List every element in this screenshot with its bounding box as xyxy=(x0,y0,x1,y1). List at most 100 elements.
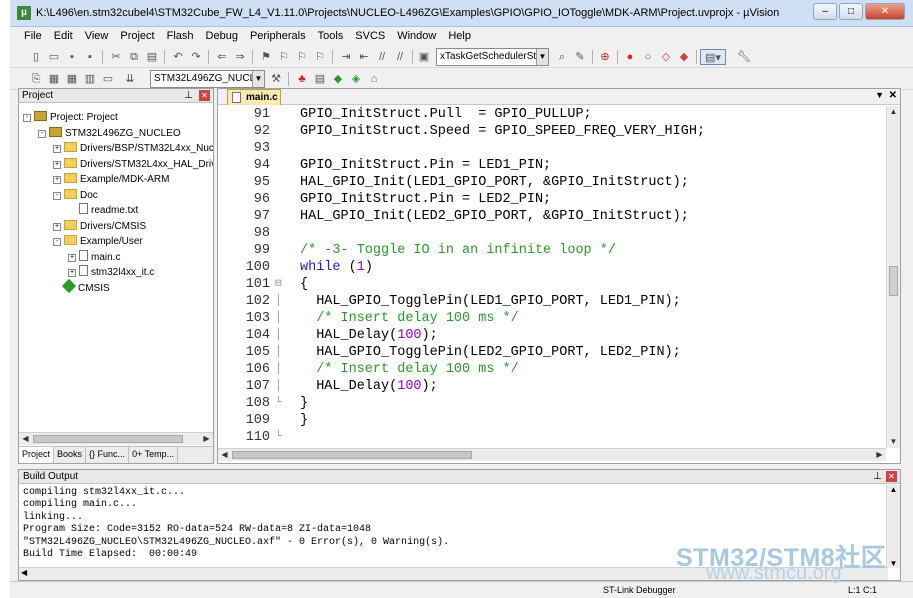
tab-list-chevron-icon[interactable]: ▼ xyxy=(875,90,884,100)
code-line[interactable]: 97 HAL_GPIO_Init(LED2_GPIO_PORT, &GPIO_In… xyxy=(218,208,886,225)
select-packs-icon[interactable]: ◈ xyxy=(348,71,364,87)
scroll-thumb[interactable] xyxy=(33,435,183,443)
save-icon[interactable]: ▪ xyxy=(64,49,80,65)
scroll-left-icon[interactable]: ◀ xyxy=(19,433,32,445)
chevron-down-icon[interactable]: ▼ xyxy=(252,71,264,87)
collapse-icon[interactable]: - xyxy=(23,114,31,122)
kill-breakpoints-icon[interactable]: ◆ xyxy=(676,49,692,65)
incremental-find-icon[interactable]: ✎ xyxy=(572,49,588,65)
target-options-icon[interactable]: ⚒ xyxy=(268,71,284,87)
menu-view[interactable]: View xyxy=(79,27,115,46)
tab-templates[interactable]: 0+ Temp... xyxy=(129,447,179,463)
bookmark-icon[interactable]: ⚑ xyxy=(258,49,274,65)
expand-icon[interactable]: + xyxy=(53,160,61,169)
tab-project[interactable]: Project xyxy=(19,447,55,463)
collapse-icon[interactable]: - xyxy=(38,129,46,138)
nav-back-icon[interactable]: ⇐ xyxy=(214,49,230,65)
tree-item[interactable]: + Drivers/STM32L4xx_HAL_Driv xyxy=(53,157,213,172)
expand-icon[interactable]: + xyxy=(53,145,61,153)
clear-bookmarks-icon[interactable]: ⚐ xyxy=(312,49,328,65)
editor-vscrollbar[interactable]: ▲ ▼ xyxy=(886,106,900,448)
nav-forward-icon[interactable]: ⇒ xyxy=(232,49,248,65)
collapse-icon[interactable]: - xyxy=(53,238,61,246)
expand-icon[interactable]: + xyxy=(53,222,61,231)
tree-item[interactable]: readme.txt xyxy=(68,203,138,218)
rte-icon[interactable]: ⌂ xyxy=(366,71,382,87)
tree-item[interactable]: - Project: Project xyxy=(23,110,118,125)
code-line[interactable]: 100 while (1) xyxy=(218,259,886,276)
menu-file[interactable]: File xyxy=(18,27,48,46)
maximize-button[interactable]: □ xyxy=(839,3,863,20)
scroll-down-icon[interactable]: ▼ xyxy=(887,436,900,448)
code-line[interactable]: 108 └} xyxy=(218,395,886,412)
undo-icon[interactable]: ↶ xyxy=(170,49,186,65)
code-line[interactable]: 94 GPIO_InitStruct.Pin = LED1_PIN; xyxy=(218,157,886,174)
tab-functions[interactable]: {} Func... xyxy=(86,447,130,463)
menu-help[interactable]: Help xyxy=(442,27,477,46)
scroll-right-icon[interactable]: ▶ xyxy=(200,433,213,445)
code-line[interactable]: 103 │ /* Insert delay 100 ms */ xyxy=(218,310,886,327)
start-debug-icon[interactable]: ⊕ xyxy=(597,49,613,65)
code-line[interactable]: 96 GPIO_InitStruct.Pin = LED2_PIN; xyxy=(218,191,886,208)
scroll-up-icon[interactable]: ▲ xyxy=(887,106,900,118)
tab-main-c[interactable]: main.c xyxy=(227,89,281,105)
build-output-text[interactable]: compiling stm32l4xx_it.c... compiling ma… xyxy=(23,487,449,561)
project-hscrollbar[interactable]: ◀ ▶ xyxy=(19,432,213,445)
menu-svcs[interactable]: SVCS xyxy=(349,27,391,46)
code-line[interactable]: 102 │ HAL_GPIO_TogglePin(LED1_GPIO_PORT, … xyxy=(218,293,886,310)
code-line[interactable]: 98 xyxy=(218,225,886,242)
code-line[interactable]: 104 │ HAL_Delay(100); xyxy=(218,327,886,344)
unindent-icon[interactable]: ⇤ xyxy=(356,49,372,65)
code-line[interactable]: 109} xyxy=(218,412,886,429)
code-line[interactable]: 101 ⊟ { xyxy=(218,276,886,293)
close-icon[interactable]: ✕ xyxy=(886,471,897,482)
minimize-button[interactable]: – xyxy=(813,3,837,20)
pin-icon[interactable]: ⊥ xyxy=(184,89,193,103)
uncomment-icon[interactable]: // xyxy=(392,49,408,65)
tree-item[interactable]: + stm32l4xx_it.c xyxy=(68,265,154,280)
menu-tools[interactable]: Tools xyxy=(312,27,350,46)
disable-all-breakpoints-icon[interactable]: ◇ xyxy=(658,49,674,65)
file-extensions-icon[interactable]: ▤ xyxy=(312,71,328,87)
menu-flash[interactable]: Flash xyxy=(161,27,200,46)
tree-item[interactable]: - STM32L496ZG_NUCLEO xyxy=(38,126,181,141)
editor-hscrollbar[interactable]: ◀ ▶ xyxy=(218,448,886,461)
fold-marker-icon[interactable]: ⊟ xyxy=(275,276,287,293)
tree-item[interactable]: + main.c xyxy=(68,249,120,265)
prev-bookmark-icon[interactable]: ⚐ xyxy=(276,49,292,65)
code-line[interactable]: 107 │ HAL_Delay(100); xyxy=(218,378,886,395)
target-combo[interactable]: STM32L496ZG_NUCLEO ▼ xyxy=(150,70,265,88)
scroll-left-icon[interactable]: ◀ xyxy=(21,568,27,577)
scroll-left-icon[interactable]: ◀ xyxy=(218,449,231,461)
build-vscrollbar[interactable]: ▲ ▼ xyxy=(886,485,900,568)
tree-item[interactable]: + Drivers/BSP/STM32L4xx_Nuc xyxy=(53,141,213,156)
function-combo[interactable]: xTaskGetSchedulerState ▼ xyxy=(436,48,549,66)
redo-icon[interactable]: ↷ xyxy=(188,49,204,65)
rebuild-icon[interactable]: ▦ xyxy=(64,71,80,87)
tab-books[interactable]: Books xyxy=(54,447,87,463)
menu-debug[interactable]: Debug xyxy=(200,27,244,46)
pin-icon[interactable]: ⊥ xyxy=(873,470,882,484)
pack-installer-icon[interactable]: ◆ xyxy=(330,71,346,87)
indent-icon[interactable]: ⇥ xyxy=(338,49,354,65)
code-line[interactable]: 105 │ HAL_GPIO_TogglePin(LED2_GPIO_PORT, … xyxy=(218,344,886,361)
tree-item[interactable]: CMSIS xyxy=(53,278,110,296)
tree-item[interactable]: - Doc xyxy=(53,188,98,203)
comment-icon[interactable]: // xyxy=(374,49,390,65)
stop-build-icon[interactable]: ▭ xyxy=(100,71,116,87)
build-icon[interactable]: ▦ xyxy=(46,71,62,87)
next-bookmark-icon[interactable]: ⚐ xyxy=(294,49,310,65)
collapse-icon[interactable]: - xyxy=(53,191,61,200)
batch-build-icon[interactable]: ▥ xyxy=(82,71,98,87)
configure-icon[interactable]: 🔧︎ xyxy=(736,49,752,65)
scroll-right-icon[interactable]: ▶ xyxy=(873,449,886,461)
disable-breakpoint-icon[interactable]: ○ xyxy=(640,49,656,65)
code-line[interactable]: 95 HAL_GPIO_Init(LED1_GPIO_PORT, &GPIO_In… xyxy=(218,174,886,191)
download-icon[interactable]: ⇊ xyxy=(122,71,138,87)
close-icon[interactable]: ✕ xyxy=(199,90,210,101)
tree-item[interactable]: - Example/User xyxy=(53,234,143,249)
copy-icon[interactable]: ⧉ xyxy=(126,49,142,65)
scroll-up-icon[interactable]: ▲ xyxy=(887,485,900,494)
find-icon[interactable]: ⌕ xyxy=(554,49,570,65)
close-tab-icon[interactable]: ✕ xyxy=(889,90,897,101)
